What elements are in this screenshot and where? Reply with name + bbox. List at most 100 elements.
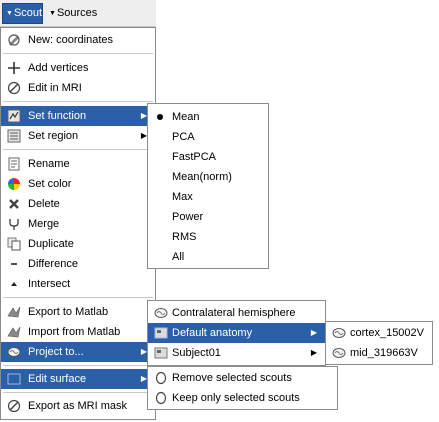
export-as-mri-mask-item[interactable]: Export as MRI mask: [1, 396, 155, 416]
edit-in-mri-label: Edit in MRI: [28, 82, 82, 94]
submenu-arrow-icon: ▶: [310, 348, 317, 357]
matlab-export-icon: [7, 305, 21, 319]
project-to-item[interactable]: Project to... ▶: [1, 342, 155, 362]
function-option-label: PCA: [172, 131, 195, 143]
selected-bullet-icon: [157, 114, 163, 120]
set-region-label: Set region: [28, 130, 79, 142]
remove-selected-scouts-label: Remove selected scouts: [172, 372, 292, 384]
add-vertices-item[interactable]: Add vertices: [1, 58, 155, 78]
export-to-matlab-label: Export to Matlab: [28, 306, 109, 318]
import-from-matlab-label: Import from Matlab: [28, 326, 121, 338]
export-as-mri-mask-label: Export as MRI mask: [28, 400, 128, 412]
dropdown-arrow-icon: ▼: [49, 10, 56, 17]
default-anatomy-item[interactable]: Default anatomy ▶: [148, 323, 325, 343]
menu-separator: [3, 392, 153, 393]
new-coordinates-label: New: coordinates: [28, 34, 113, 46]
sources-menu-button[interactable]: ▼Sources: [45, 3, 105, 24]
function-option[interactable]: FastPCA: [148, 147, 268, 167]
set-color-label: Set color: [28, 178, 72, 190]
function-option-label: Max: [172, 191, 193, 203]
rename-label: Rename: [28, 158, 70, 170]
function-option-label: Mean: [172, 111, 200, 123]
remove-selected-scouts-item[interactable]: Remove selected scouts: [148, 368, 337, 388]
minus-icon: [7, 257, 21, 271]
duplicate-icon: [7, 237, 21, 251]
difference-item[interactable]: Difference: [1, 254, 155, 274]
brain-icon: [154, 306, 168, 320]
intersect-label: Intersect: [28, 278, 71, 290]
subject-label: Subject01: [172, 347, 221, 359]
menu-separator: [3, 53, 153, 54]
duplicate-item[interactable]: Duplicate: [1, 234, 155, 254]
scout-keep-icon: [154, 391, 168, 405]
set-function-item[interactable]: Set function ▶: [1, 106, 155, 126]
menu-separator: [3, 297, 153, 298]
function-option[interactable]: Power: [148, 207, 268, 227]
brain-icon: [7, 345, 21, 359]
function-option[interactable]: Max: [148, 187, 268, 207]
function-option-label: Power: [172, 211, 204, 223]
menu-separator: [3, 365, 153, 366]
edit-surface-submenu: Remove selected scouts Keep only selecte…: [147, 366, 338, 410]
project-to-submenu: Contralateral hemisphere Default anatomy…: [147, 300, 326, 366]
scout-menu-button[interactable]: ▼Scout: [2, 3, 43, 24]
project-to-label: Project to...: [28, 346, 84, 358]
crosshair-icon: [7, 61, 21, 75]
rename-item[interactable]: Rename: [1, 154, 155, 174]
keep-only-selected-scouts-label: Keep only selected scouts: [172, 392, 300, 404]
menu-separator: [3, 101, 153, 102]
delete-item[interactable]: Delete: [1, 194, 155, 214]
surface-option[interactable]: mid_319663V: [326, 343, 432, 363]
import-from-matlab-item[interactable]: Import from Matlab: [1, 322, 155, 342]
dropdown-arrow-icon: ▼: [6, 10, 13, 17]
merge-label: Merge: [28, 218, 60, 230]
contralateral-hemisphere-label: Contralateral hemisphere: [172, 307, 296, 319]
surface-option[interactable]: cortex_15002V: [326, 323, 432, 343]
anatomy-submenu: cortex_15002V mid_319663V: [325, 321, 433, 365]
matlab-import-icon: [7, 325, 21, 339]
function-option[interactable]: Mean: [148, 107, 268, 127]
intersect-item[interactable]: Intersect: [1, 274, 155, 294]
function-option[interactable]: All: [148, 247, 268, 267]
set-color-item[interactable]: Set color: [1, 174, 155, 194]
scout-remove-icon: [154, 371, 168, 385]
scout-toolbar: ▼Scout ▼Sources: [0, 0, 156, 27]
cortex-icon: [332, 346, 346, 360]
merge-item[interactable]: Merge: [1, 214, 155, 234]
delete-icon: [7, 197, 21, 211]
export-to-matlab-item[interactable]: Export to Matlab: [1, 302, 155, 322]
edit-surface-item[interactable]: Edit surface ▶: [1, 369, 155, 389]
function-option-label: RMS: [172, 231, 197, 243]
region-icon: [7, 129, 21, 143]
intersect-icon: [7, 277, 21, 291]
function-option-label: All: [172, 251, 185, 263]
subject-item[interactable]: Subject01 ▶: [148, 343, 325, 363]
function-option[interactable]: PCA: [148, 127, 268, 147]
new-scout-icon: [7, 33, 21, 47]
add-vertices-label: Add vertices: [28, 62, 89, 74]
function-submenu: Mean PCA FastPCA Mean(norm) Max Power RM…: [147, 103, 269, 269]
surface-icon: [7, 372, 21, 386]
scout-menu: New: coordinates Add vertices Edit in MR…: [0, 27, 156, 420]
delete-label: Delete: [28, 198, 60, 210]
menu-separator: [3, 149, 153, 150]
set-region-item[interactable]: Set region ▶: [1, 126, 155, 146]
merge-icon: [7, 217, 21, 231]
function-option-label: Mean(norm): [172, 171, 232, 183]
new-coordinates-item[interactable]: New: coordinates: [1, 30, 155, 50]
mri-mask-icon: [7, 399, 21, 413]
surface-option-label: cortex_15002V: [350, 327, 424, 339]
keep-only-selected-scouts-item[interactable]: Keep only selected scouts: [148, 388, 337, 408]
function-option-label: FastPCA: [172, 151, 217, 163]
default-anatomy-label: Default anatomy: [172, 327, 253, 339]
submenu-arrow-icon: ▶: [310, 328, 317, 337]
function-option[interactable]: Mean(norm): [148, 167, 268, 187]
function-option[interactable]: RMS: [148, 227, 268, 247]
scout-tab-label: Scout: [13, 7, 43, 19]
subject-icon: [154, 346, 168, 360]
contralateral-hemisphere-item[interactable]: Contralateral hemisphere: [148, 303, 325, 323]
sources-tab-label: Sources: [56, 7, 98, 19]
anatomy-icon: [154, 326, 168, 340]
edit-in-mri-item[interactable]: Edit in MRI: [1, 78, 155, 98]
difference-label: Difference: [28, 258, 78, 270]
